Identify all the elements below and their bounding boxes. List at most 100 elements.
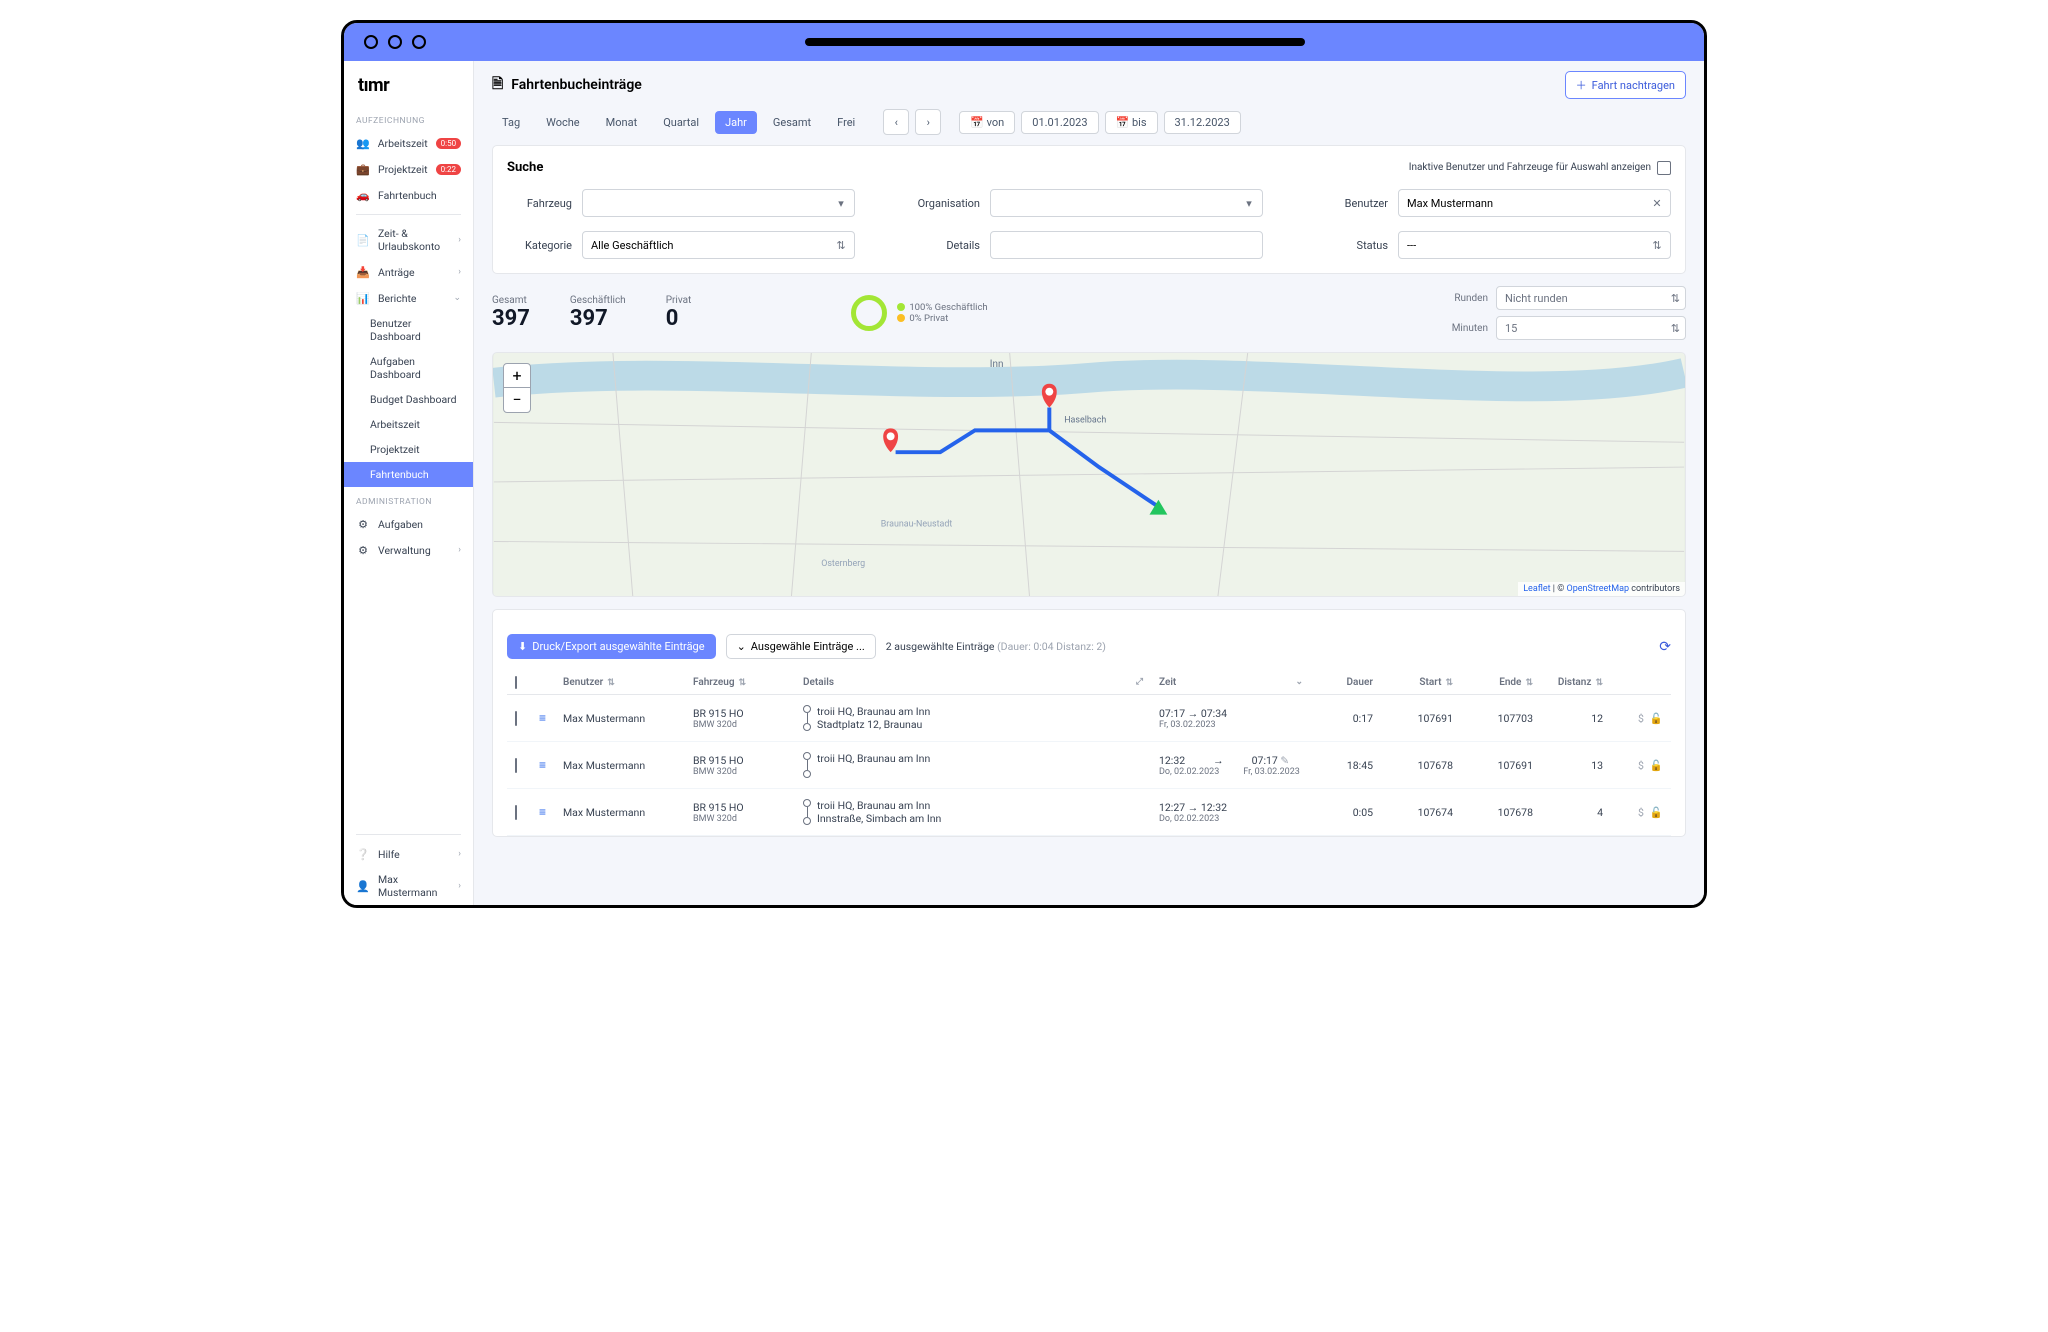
period-frei[interactable]: Frei [827,111,865,134]
map[interactable]: Inn Haselbach Braunau-Neustadt Osternber… [492,352,1686,597]
doc-icon: 📄 [356,233,370,247]
col-distanz[interactable]: Distanz [1558,677,1592,688]
button-label: Druck/Export ausgewählte Einträge [532,640,704,653]
table-row[interactable]: ≡Max MustermannBR 915 HOBMW 320dtroii HQ… [507,789,1671,836]
user-select[interactable]: Max Mustermann ✕ [1398,189,1671,217]
period-gesamt[interactable]: Gesamt [763,111,821,134]
sidebar-item-arbeitszeit[interactable]: 👥 Arbeitszeit 0:50 [344,130,473,156]
url-bar[interactable] [805,38,1305,46]
clear-icon[interactable]: ✕ [1650,190,1664,216]
row-checkbox[interactable] [515,711,517,726]
export-button[interactable]: ⬇ Druck/Export ausgewählte Einträge [507,634,716,659]
currency-icon[interactable]: $ [1638,712,1644,725]
page-title: 🗎 Fahrtenbucheinträge [492,73,642,97]
sidebar-item-user[interactable]: 👤 Max Mustermann › [344,867,473,905]
lock-open-icon[interactable]: 🔓 [1650,806,1663,819]
sort-icon: ⇅ [739,678,747,688]
sidebar-item-aufgaben[interactable]: ⚙ Aufgaben [344,511,473,537]
row-checkbox[interactable] [515,758,517,773]
map-zoom-out-button[interactable]: − [504,388,530,412]
selected-actions-button[interactable]: ⌄ Ausgewähle Einträge ... [726,634,876,659]
drag-handle-icon[interactable]: ≡ [539,758,546,772]
page-title-text: Fahrtenbucheinträge [511,77,642,93]
add-trip-button[interactable]: ＋ Fahrt nachtragen [1565,71,1686,99]
window-dot-min[interactable] [388,35,402,49]
cell-benutzer: Max Mustermann [555,789,685,836]
sidebar-sub-aufgaben-dashboard[interactable]: Aufgaben Dashboard [344,349,473,387]
chevron-right-icon: › [458,267,461,277]
category-select[interactable]: Alle Geschäftlich ⇅ [582,231,855,259]
currency-icon[interactable]: $ [1638,806,1644,819]
period-monat[interactable]: Monat [596,111,648,134]
col-benutzer[interactable]: Benutzer [563,677,603,688]
org-select[interactable]: ▾ [990,189,1263,217]
col-details[interactable]: Details [803,677,834,688]
reload-icon[interactable]: ⟳ [1659,639,1671,655]
sidebar-item-label: Aufgaben [378,518,461,531]
sidebar-item-antraege[interactable]: 📥 Anträge › [344,259,473,285]
cell-dauer: 0:05 [1311,789,1381,836]
col-zeit[interactable]: Zeit [1159,677,1176,688]
caret-down-icon: ▾ [1242,190,1256,216]
sidebar-item-hilfe[interactable]: ❔ Hilfe › [344,841,473,867]
people-icon: 👥 [356,136,370,150]
sidebar-sub-projektzeit[interactable]: Projektzeit [344,437,473,462]
next-period-button[interactable]: › [915,109,941,135]
period-woche[interactable]: Woche [536,111,590,134]
sidebar-item-urlaubskonto[interactable]: 📄 Zeit- & Urlaubskonto › [344,221,473,259]
caret-down-icon: ▾ [834,190,848,216]
sidebar-sub-arbeitszeit[interactable]: Arbeitszeit [344,412,473,437]
period-quartal[interactable]: Quartal [653,111,709,134]
details-input[interactable] [990,231,1263,259]
sidebar-item-verwaltung[interactable]: ⚙ Verwaltung › [344,537,473,563]
window-dot-close[interactable] [364,35,378,49]
drag-handle-icon[interactable]: ≡ [539,805,546,819]
prev-period-button[interactable]: ‹ [883,109,909,135]
currency-icon[interactable]: $ [1638,759,1644,772]
sidebar-sub-fahrtenbuch[interactable]: Fahrtenbuch [344,462,473,487]
date-to-input[interactable]: 31.12.2023 [1164,111,1241,134]
drag-handle-icon[interactable]: ≡ [539,711,546,725]
table-row[interactable]: ≡Max MustermannBR 915 HOBMW 320dtroii HQ… [507,695,1671,742]
col-dauer[interactable]: Dauer [1347,677,1373,688]
col-fahrzeug[interactable]: Fahrzeug [693,677,735,688]
edit-icon[interactable]: ✎ [1280,754,1289,767]
sidebar-item-projektzeit[interactable]: 💼 Projektzeit 0:22 [344,156,473,182]
status-select[interactable]: --- ⇅ [1398,231,1671,259]
col-ende[interactable]: Ende [1499,677,1521,688]
expand-icon[interactable]: ⤢ [1136,677,1143,687]
sidebar-sub-budget-dashboard[interactable]: Budget Dashboard [344,387,473,412]
period-tag[interactable]: Tag [492,111,530,134]
report-icon: 📊 [356,291,370,305]
logo: tımr [344,61,473,106]
sidebar-item-label: Zeit- & Urlaubskonto [378,227,450,253]
inactive-toggle[interactable]: Inaktive Benutzer und Fahrzeuge für Ausw… [1409,161,1671,175]
rounding-select[interactable]: Nicht runden⇅ [1496,286,1686,310]
stat-value-private: 0 [666,306,692,331]
vehicle-select[interactable]: ▾ [582,189,855,217]
lock-open-icon[interactable]: 🔓 [1650,759,1663,772]
ratio-legend: 100% Geschäftlich 0% Privat [897,302,987,324]
row-checkbox[interactable] [515,805,517,820]
cell-ende: 107691 [1461,742,1541,789]
sidebar-item-label: Anträge [378,266,450,279]
sidebar-sub-benutzer-dashboard[interactable]: Benutzer Dashboard [344,311,473,349]
map-zoom-in-button[interactable]: + [504,364,530,388]
col-start[interactable]: Start [1419,677,1441,688]
svg-text:Inn: Inn [990,359,1004,370]
table-row[interactable]: ≡Max MustermannBR 915 HOBMW 320dtroii HQ… [507,742,1671,789]
lock-open-icon[interactable]: 🔓 [1650,712,1663,725]
period-jahr[interactable]: Jahr [715,111,757,134]
svg-text:Haselbach: Haselbach [1064,415,1106,425]
window-dot-max[interactable] [412,35,426,49]
osm-link[interactable]: OpenStreetMap [1567,584,1630,594]
plus-icon: ＋ [1576,77,1587,93]
sidebar-item-fahrtenbuch[interactable]: 🚗 Fahrtenbuch [344,182,473,208]
minutes-select[interactable]: 15⇅ [1496,316,1686,340]
cell-details: troii HQ, Braunau am Inn [795,742,1151,789]
date-from-input[interactable]: 01.01.2023 [1021,111,1098,134]
cell-zeit: 12:27 → 12:32Do, 02.02.2023 [1151,789,1311,836]
leaflet-link[interactable]: Leaflet [1523,584,1550,594]
sidebar-item-berichte[interactable]: 📊 Berichte ⌄ [344,285,473,311]
select-all-checkbox[interactable] [515,676,517,689]
